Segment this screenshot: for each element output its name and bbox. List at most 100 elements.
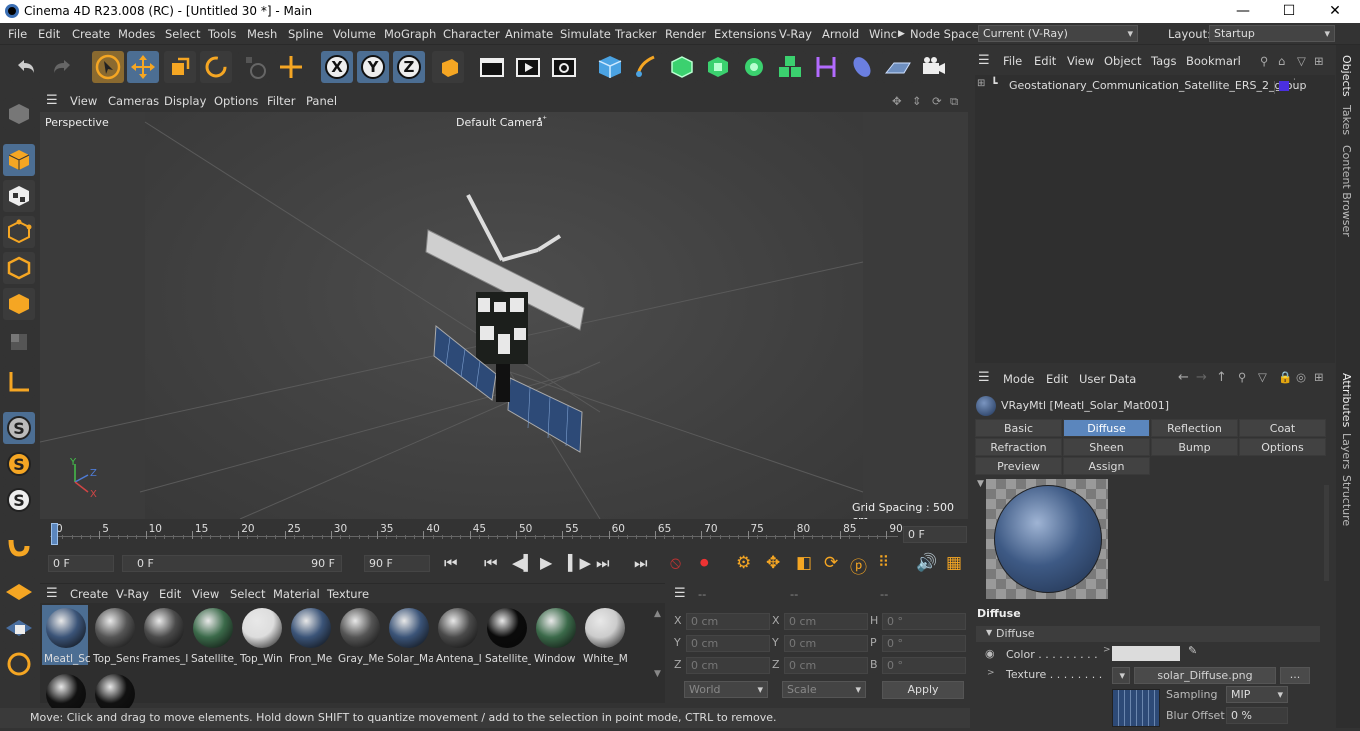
coord-field[interactable]: 0 cm <box>784 657 868 674</box>
scale-icon[interactable] <box>164 51 196 83</box>
color-expand-icon[interactable]: > <box>1103 645 1111 655</box>
3d-viewport[interactable]: Y Z X Perspective Default Camera •⁺ Grid… <box>40 112 968 519</box>
move-icon[interactable] <box>127 51 159 83</box>
material-swatch[interactable]: Top_Sens <box>91 605 139 665</box>
material-hamburger-icon[interactable]: ☰ <box>46 586 58 601</box>
go-to-start-icon[interactable]: ⏮ <box>444 554 458 572</box>
tab-attributes[interactable]: Attributes <box>1340 373 1353 427</box>
menu-edit[interactable]: Edit <box>38 27 60 41</box>
live-selection-icon[interactable] <box>92 51 124 83</box>
autokeying-icon[interactable]: ⏺ <box>700 553 709 573</box>
diffuse-group-header[interactable]: ▼ Diffuse <box>976 626 1320 642</box>
attr-new-view-icon[interactable]: ⊞ <box>1314 370 1324 384</box>
menu-tools[interactable]: Tools <box>208 27 236 41</box>
material-swatch[interactable]: Satellite_ <box>189 605 237 665</box>
menu-create[interactable]: Create <box>72 27 110 41</box>
attr-tab[interactable]: Basic <box>975 419 1062 437</box>
attr-tab[interactable]: Preview Settings <box>975 457 1062 491</box>
key-pla-icon[interactable]: ⠿ <box>878 553 889 571</box>
obj-menu-bookmarks[interactable]: Bookmarks <box>1186 54 1240 68</box>
solo-single-icon[interactable]: S <box>3 448 35 480</box>
attr-tab[interactable]: Options <box>1239 438 1326 456</box>
attr-search-icon[interactable]: ⚲ <box>1238 370 1246 384</box>
coord-field[interactable]: 0 ° <box>882 635 966 652</box>
redo-icon[interactable] <box>46 51 78 83</box>
menu-simulate[interactable]: Simulate <box>560 27 611 41</box>
mat-menu-material[interactable]: Material <box>273 587 320 601</box>
recent-tools-icon[interactable] <box>238 51 270 83</box>
forward-arrow-icon[interactable]: → <box>1196 370 1207 385</box>
menu-file[interactable]: File <box>8 27 27 41</box>
x-axis-lock-icon[interactable]: X <box>321 51 353 83</box>
play-icon[interactable]: ▶ <box>540 553 552 572</box>
menu-volume[interactable]: Volume <box>333 27 376 41</box>
viewport-menu-panel[interactable]: Panel <box>306 94 337 108</box>
film-strip-icon[interactable]: ▦ <box>946 553 962 573</box>
layout-dropdown[interactable]: Startup <box>1209 25 1335 42</box>
rotate-view-icon[interactable]: ⟳ <box>932 94 942 108</box>
mat-menu-select[interactable]: Select <box>230 587 265 601</box>
menu-character[interactable]: Character <box>443 27 500 41</box>
minimize-button[interactable]: — <box>1220 2 1266 20</box>
cloner-icon[interactable] <box>738 51 770 83</box>
solo-hierarchy-icon[interactable]: S <box>3 484 35 516</box>
coordinate-space-dropdown[interactable]: World <box>684 681 768 698</box>
material-swatch[interactable]: Solar_Ma <box>385 605 433 665</box>
expand-icon[interactable]: ⊞ <box>977 78 985 89</box>
cube-icon[interactable] <box>594 51 626 83</box>
color-radio-icon[interactable]: ◉ <box>985 647 995 660</box>
extrude-icon[interactable] <box>702 51 734 83</box>
snap-icon[interactable] <box>3 530 35 562</box>
tab-takes[interactable]: Takes <box>1340 105 1353 135</box>
coord-field[interactable]: 0 ° <box>882 657 966 674</box>
visibility-dots-icon[interactable]: ⁚ <box>1293 78 1296 88</box>
color-swatch[interactable] <box>1112 646 1180 661</box>
maximize-view-icon[interactable]: ⧉ <box>950 94 958 109</box>
viewport-menu-view[interactable]: View <box>70 94 97 108</box>
filter-icon[interactable]: ▽ <box>1297 54 1306 68</box>
blur-offset-field[interactable]: 0 % <box>1226 707 1288 724</box>
menu-modes[interactable]: Modes <box>118 27 155 41</box>
camera-link-icon[interactable]: •⁺ <box>537 115 547 125</box>
obj-menu-object[interactable]: Object <box>1104 54 1141 68</box>
floor-icon[interactable] <box>882 51 914 83</box>
key-position-icon[interactable]: ✥ <box>766 553 780 573</box>
new-view-icon[interactable]: ⊞ <box>1314 54 1324 68</box>
record-active-objects-icon[interactable]: ⦸ <box>670 553 681 573</box>
coord-field[interactable]: 0 cm <box>686 635 770 652</box>
menu-overflow-icon[interactable]: ▶ <box>898 29 905 39</box>
coord-field[interactable]: 0 cm <box>686 613 770 630</box>
sampling-dropdown[interactable]: MIP <box>1226 686 1288 703</box>
size-mode-dropdown[interactable]: Scale <box>782 681 866 698</box>
menu-render[interactable]: Render <box>665 27 706 41</box>
z-axis-lock-icon[interactable]: Z <box>393 51 425 83</box>
current-frame-field[interactable]: 0 F <box>903 526 967 543</box>
tab-content-browser[interactable]: Content Browser <box>1340 145 1353 237</box>
attr-tab[interactable]: Refraction <box>975 438 1062 456</box>
sound-icon[interactable]: 🔊 <box>916 553 937 573</box>
back-arrow-icon[interactable]: ← <box>1178 370 1189 385</box>
close-button[interactable]: ✕ <box>1312 2 1358 20</box>
material-swatch[interactable]: Top_Win <box>238 605 284 665</box>
key-rotation-icon[interactable]: ⟳ <box>824 553 838 573</box>
obj-menu-view[interactable]: View <box>1067 54 1094 68</box>
viewport-menu-cameras[interactable]: Cameras <box>108 94 159 108</box>
tab-layers[interactable]: Layers <box>1340 433 1353 469</box>
material-swatch[interactable]: Satellite_ <box>483 605 531 665</box>
coordinate-system-icon[interactable] <box>432 51 464 83</box>
material-swatch[interactable]: Fron_Me <box>287 605 333 665</box>
timeline-playhead[interactable] <box>51 523 58 545</box>
texture-expand-icon[interactable]: > <box>987 668 995 678</box>
attr-tab[interactable]: Assign <box>1063 457 1150 475</box>
dolly-view-icon[interactable]: ⇕ <box>912 94 922 108</box>
mat-menu-vray[interactable]: V-Ray <box>116 587 149 601</box>
eyedropper-icon[interactable]: ✎ <box>1188 644 1197 657</box>
tab-structure[interactable]: Structure <box>1340 475 1353 526</box>
menu-arnold[interactable]: Arnold <box>822 27 859 41</box>
viewport-menu-filter[interactable]: Filter <box>267 94 295 108</box>
lock-workplane-icon[interactable] <box>3 612 35 644</box>
attr-menu-edit[interactable]: Edit <box>1046 372 1068 386</box>
menu-window[interactable]: Winc <box>869 27 897 41</box>
mograph-cubes-icon[interactable] <box>774 51 806 83</box>
keyframe-selection-icon[interactable]: ⚙ <box>736 553 751 573</box>
